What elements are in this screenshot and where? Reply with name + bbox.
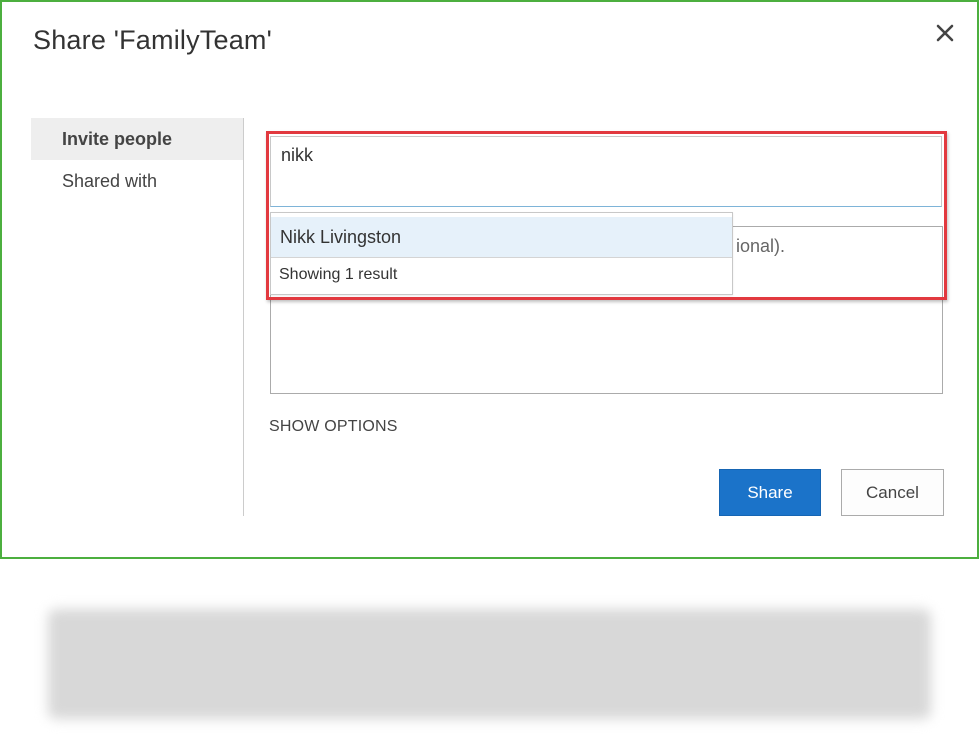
dialog-title: Share 'FamilyTeam' [33,25,272,55]
nav-item-shared-with[interactable]: Shared with [31,160,243,202]
people-picker-value: nikk [281,145,314,165]
message-placeholder: ional). [736,236,786,256]
close-icon[interactable] [932,20,958,46]
show-options-link[interactable]: SHOW OPTIONS [269,418,398,436]
people-picker-input[interactable]: nikk [270,136,942,207]
page: Share 'FamilyTeam' Invite people Shared … [0,0,979,744]
left-nav: Invite people Shared with [31,118,243,202]
suggestion-dropdown: Nikk Livingston Showing 1 result [270,212,733,295]
suggestion-divider [271,257,732,258]
suggestion-item[interactable]: Nikk Livingston [271,217,732,257]
cancel-button[interactable]: Cancel [841,469,944,516]
nav-item-invite-people[interactable]: Invite people [31,118,243,160]
close-icon-glyph [936,24,954,42]
suggestion-count: Showing 1 result [279,266,398,283]
blurred-region [48,609,931,719]
nav-divider [243,118,244,516]
share-button[interactable]: Share [719,469,821,516]
